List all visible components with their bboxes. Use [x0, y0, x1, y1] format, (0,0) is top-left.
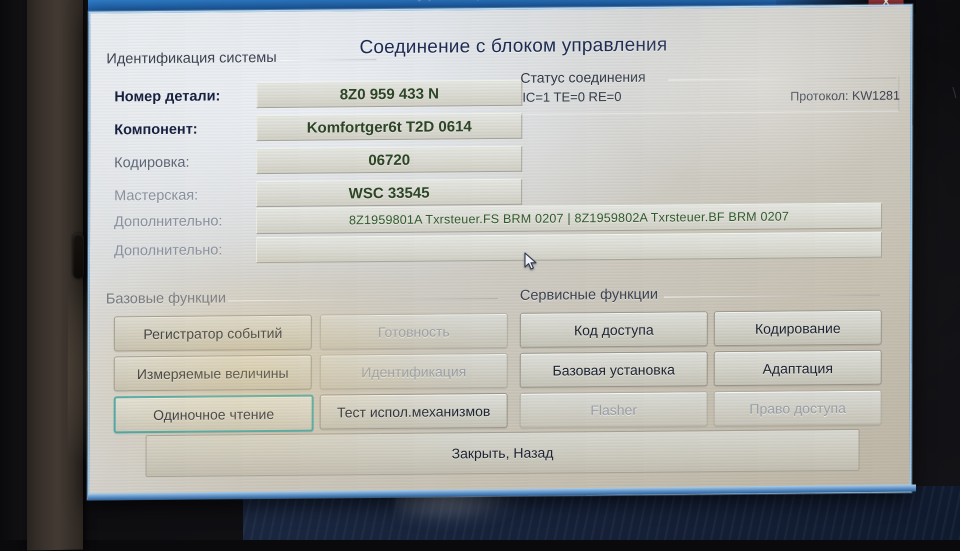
laptop-bezel [27, 0, 84, 551]
connection-status-group: Статус соединения IC=1 TE=0 RE=0 Протоко… [520, 67, 957, 115]
button-identification: Идентификация [319, 352, 508, 390]
button-flasher: Flasher [519, 391, 708, 428]
photo-dark-edge [0, 0, 30, 540]
label-component: Компонент: [114, 121, 198, 139]
service-functions-caption: Сервисные функции [519, 286, 658, 304]
label-workshop: Мастерская: [114, 187, 199, 205]
button-coding[interactable]: Кодирование [713, 309, 882, 347]
activity-spinner-icon: \ [952, 85, 957, 103]
button-adaptation[interactable]: Адаптация [713, 349, 882, 387]
identification-group-line [280, 59, 377, 61]
parent-window-title: управления (8Z0-959-433.CLB) [418, 0, 561, 2]
field-extra-2 [255, 231, 883, 264]
basic-functions-line [227, 298, 498, 302]
button-close-back[interactable]: Закрыть, Назад [145, 428, 860, 478]
page-title: Соединение с блоком управления [359, 34, 668, 59]
button-output-tests[interactable]: Тест испол.механизмов [319, 392, 508, 430]
field-part-number: 8Z0 959 433 N [256, 79, 523, 109]
button-security-access: Право доступа [713, 389, 882, 427]
connection-counters: IC=1 TE=0 RE=0 [522, 88, 622, 105]
label-extra-2: Дополнительно: [113, 242, 223, 260]
button-basic-settings[interactable]: Базовая установка [519, 351, 708, 388]
basic-functions-caption: Базовые функции [105, 290, 226, 308]
mouse-cursor-icon [524, 252, 537, 270]
button-event-logger[interactable]: Регистратор событий [113, 314, 312, 352]
control-module-dialog: Соединение с блоком управления Идентифик… [67, 4, 957, 532]
label-part-number: Номер детали: [114, 88, 221, 106]
button-login[interactable]: Код доступа [519, 311, 708, 348]
identification-group-caption: Идентификация системы [106, 49, 277, 68]
dialog-content: Соединение с блоком управления Идентифик… [87, 4, 957, 499]
button-readiness: Готовность [319, 312, 508, 350]
button-single-reading[interactable]: Одиночное чтение [113, 394, 314, 434]
connection-status-caption: Статус соединения [520, 68, 646, 86]
field-coding: 06720 [256, 145, 523, 175]
service-functions-line [663, 294, 880, 298]
protocol-label: Протокол: KW1281 [790, 88, 900, 104]
field-component: Komfortger6t T2D 0614 [256, 112, 523, 142]
field-workshop: WSC 33545 [256, 178, 523, 208]
bezel-vent-slot [73, 233, 84, 279]
label-coding: Кодировка: [114, 154, 190, 172]
button-measuring-blocks[interactable]: Измеряемые величины [113, 354, 312, 392]
field-extra-1: 8Z1959801A Txrsteuer.FS BRM 0207 | 8Z195… [256, 202, 883, 235]
label-extra-1: Дополнительно: [114, 213, 223, 231]
